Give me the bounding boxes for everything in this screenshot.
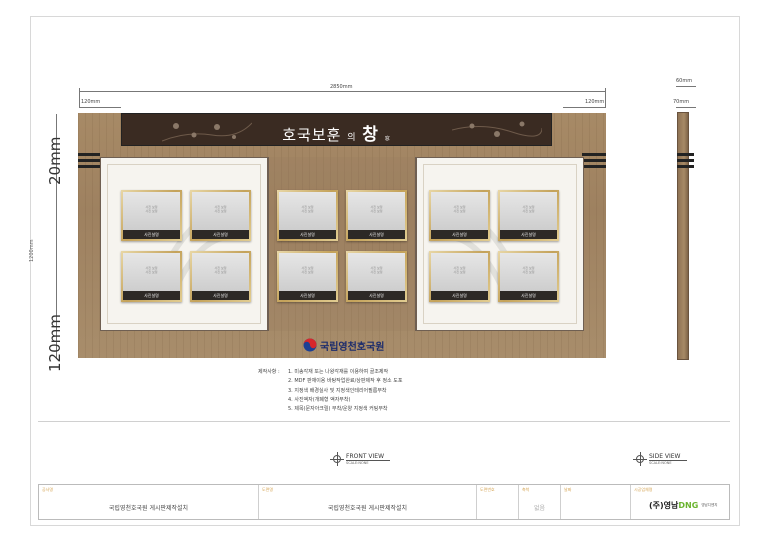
photo-caption: 사진설명	[123, 291, 180, 300]
title-main: 호국보훈	[282, 126, 342, 144]
logo-text: 국립영천호국원	[320, 341, 385, 353]
note-item: 5. 제목(문자아크릴) 부착/운양 지정색 커팅부착	[288, 406, 388, 413]
bottom-vertical-dimension: 120mm	[46, 314, 64, 372]
height-small-dimension: 1200mm	[29, 239, 35, 262]
title-cell-number: 도면번호	[477, 485, 519, 519]
photo-caption: 사진설명	[431, 291, 488, 300]
side-small-label: 70mm	[673, 99, 690, 105]
crosshair-icon	[330, 452, 344, 466]
photo-frame: 사진 보정 사진 보정 사진설명	[429, 190, 490, 241]
photo-caption: 사진설명	[279, 291, 336, 300]
title-hanja: 窓	[384, 136, 391, 142]
photo-caption: 사진설명	[192, 230, 249, 239]
photo-caption: 사진설명	[500, 291, 557, 300]
photo-frame: 사진 보정 사진 보정 사진설명	[346, 251, 407, 302]
side-width-label: 60mm	[676, 78, 693, 84]
right-margin-label: 120mm	[585, 99, 605, 105]
crosshair-icon	[633, 452, 647, 466]
note-item: 1. 미송각재 또는 나왕각재를 이용하여 골조제작	[288, 369, 389, 375]
production-notes: 제작사항 : 1. 미송각재 또는 나왕각재를 이용하여 골조제작 2. MDF …	[258, 368, 402, 414]
logo: 국립영천호국원	[303, 334, 384, 356]
photo-frame: 사진 보정 사진 보정 사진설명	[346, 190, 407, 241]
photo-caption: 사진설명	[500, 230, 557, 239]
photo-frame: 사진 보정 사진 보정 사진설명	[121, 251, 182, 302]
top-vertical-dimension: 20mm	[46, 136, 64, 185]
photo-frame: 사진 보정 사진 보정 사진설명	[498, 251, 559, 302]
photo-caption: 사진설명	[348, 230, 405, 239]
separator-line	[38, 421, 730, 422]
title-cell-project: 공사명 국립영천호국원 게시판제작설치	[39, 485, 259, 519]
left-margin-label: 120mm	[81, 99, 101, 105]
header-bar: 호국보훈 의 창 窓	[121, 113, 552, 146]
center-panel	[268, 157, 416, 331]
title-particle: 의	[347, 133, 357, 143]
photo-frame: 사진 보정 사진 보정 사진설명	[190, 190, 251, 241]
title-emphasis: 창	[362, 125, 379, 145]
note-item: 4. 사진액자(개폐형 액자부착)	[288, 396, 351, 403]
left-panel	[100, 157, 268, 331]
total-width-label: 2850mm	[330, 84, 353, 90]
title-cell-company: 시공업체명 (주)영남 DNG 영남디엔지	[634, 487, 718, 510]
note-item: 3. 지정색 배경실사 및 지정색인테리어필름부착	[288, 387, 387, 394]
photo-frame: 사진 보정 사진 보정 사진설명	[277, 190, 338, 241]
photo-caption: 사진설명	[123, 230, 180, 239]
notes-label: 제작사항 :	[258, 369, 280, 375]
board-title: 호국보훈 의 창 窓	[122, 120, 551, 145]
right-panel	[416, 157, 584, 331]
photo-frame: 사진 보정 사진 보정 사진설명	[121, 190, 182, 241]
company-logo: (주)영남 DNG 영남디엔지	[649, 501, 718, 510]
photo-caption: 사진설명	[431, 230, 488, 239]
title-cell-drawing: 도면명 국립영천호국원 게시판제작설치	[259, 485, 477, 519]
note-item: 2. MDF 판재이용 바탕작업완료/상판제작 후 정소 도포	[288, 378, 403, 385]
taegeuk-logo-icon	[303, 338, 317, 352]
photo-frame: 사진 보정 사진 보정 사진설명	[429, 251, 490, 302]
photo-caption: 사진설명	[192, 291, 249, 300]
side-view-label: SIDE VIEW SCALE:NONE	[633, 452, 687, 466]
photo-caption: 사진설명	[279, 230, 336, 239]
photo-frame: 사진 보정 사진 보정 사진설명	[277, 251, 338, 302]
photo-frame: 사진 보정 사진 보정 사진설명	[190, 251, 251, 302]
front-view-label: FRONT VIEW SCALE:NONE	[330, 452, 391, 466]
title-block: 공사명 국립영천호국원 게시판제작설치 도면명 국립영천호국원 게시판제작설치 …	[38, 484, 730, 520]
side-board	[677, 112, 689, 360]
title-cell-scale: 축척 없음	[519, 485, 561, 519]
photo-caption: 사진설명	[348, 291, 405, 300]
title-cell-date: 날짜	[561, 485, 631, 519]
photo-frame: 사진 보정 사진 보정 사진설명	[498, 190, 559, 241]
